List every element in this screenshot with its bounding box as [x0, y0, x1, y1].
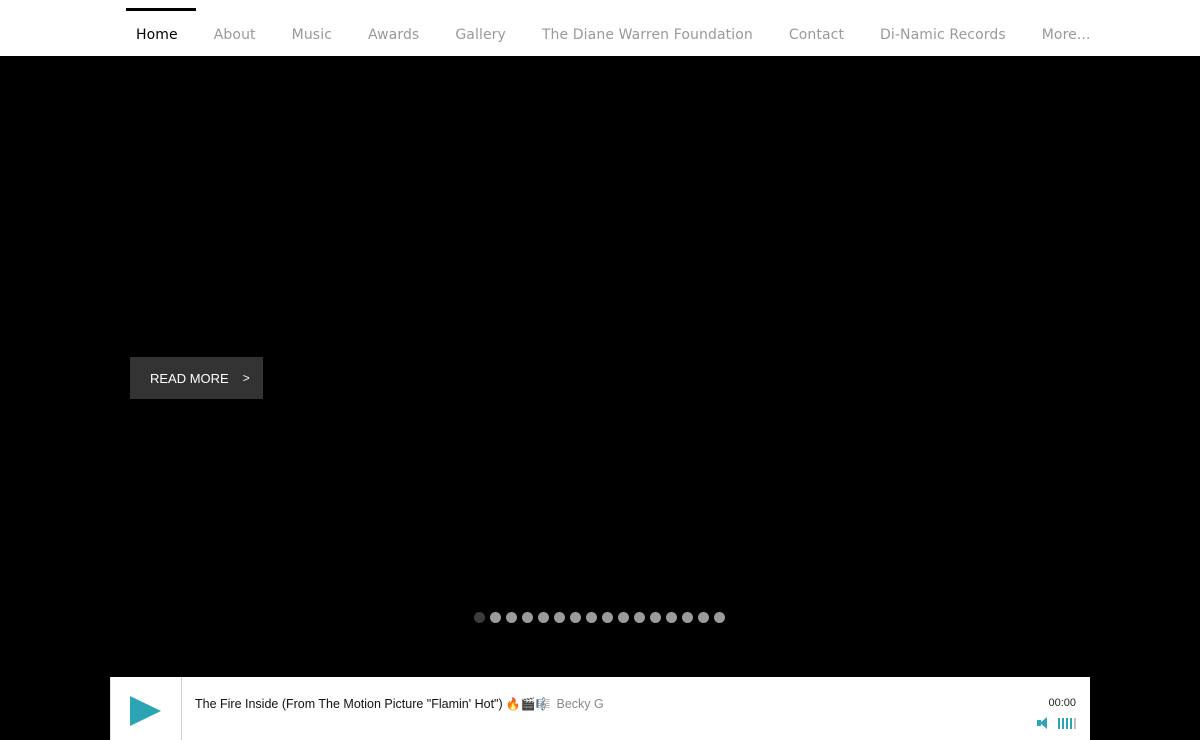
slide-dot[interactable]: [602, 612, 613, 623]
slide-dot[interactable]: [474, 612, 485, 623]
slide-dot[interactable]: [618, 612, 629, 623]
nav-item-gallery[interactable]: Gallery: [437, 8, 524, 56]
volume-slider[interactable]: [1058, 717, 1076, 729]
nav-item-awards[interactable]: Awards: [350, 8, 437, 56]
volume-bar: [1070, 717, 1072, 729]
slide-dot[interactable]: [714, 612, 725, 623]
slide-dot[interactable]: [554, 612, 565, 623]
nav-item-the-diane-warren-foundation[interactable]: The Diane Warren Foundation: [524, 8, 771, 56]
slide-dot[interactable]: [570, 612, 581, 623]
volume-control: [1037, 717, 1076, 729]
speaker-icon[interactable]: [1037, 717, 1049, 729]
top-navigation: Home About Music Awards Gallery The Diane War…: [0, 0, 1200, 56]
slide-dot[interactable]: [586, 612, 597, 623]
slide-dot[interactable]: [490, 612, 501, 623]
slide-dot[interactable]: [506, 612, 517, 623]
slide-dot[interactable]: [682, 612, 693, 623]
slide-dot[interactable]: [522, 612, 533, 623]
volume-bar: [1062, 717, 1064, 729]
track-info: The Fire Inside (From The Motion Picture…: [195, 697, 604, 711]
volume-bar: [1074, 717, 1076, 729]
track-title: The Fire Inside (From The Motion Picture…: [195, 697, 503, 711]
read-more-label: READ MORE: [150, 370, 229, 386]
track-time: 00:00: [1048, 697, 1076, 709]
slide-dot[interactable]: [650, 612, 661, 623]
hero-slideshow: READ MORE >: [0, 56, 1200, 677]
slide-pagination: [474, 612, 725, 623]
slide-dot[interactable]: [698, 612, 709, 623]
volume-bar: [1066, 717, 1068, 729]
track-artist: Becky G: [556, 697, 604, 711]
volume-bar: [1058, 717, 1060, 729]
nav-item-di-namic-records[interactable]: Di-Namic Records: [862, 8, 1024, 56]
track-emoji: 🔥🎬🎼: [505, 697, 551, 711]
read-more-button[interactable]: READ MORE >: [130, 357, 263, 399]
slide-dot[interactable]: [538, 612, 549, 623]
nav-item-music[interactable]: Music: [274, 8, 350, 56]
slide-dot[interactable]: [666, 612, 677, 623]
play-button[interactable]: [111, 677, 182, 740]
nav-item-about[interactable]: About: [196, 8, 274, 56]
nav-item-contact[interactable]: Contact: [771, 8, 862, 56]
music-player: The Fire Inside (From The Motion Picture…: [110, 677, 1090, 740]
nav-item-home[interactable]: Home: [118, 8, 196, 56]
nav-menu: Home About Music Awards Gallery The Diane War…: [118, 8, 1109, 56]
play-icon: [130, 696, 161, 726]
slide-dot[interactable]: [634, 612, 645, 623]
nav-item-more[interactable]: More...: [1024, 8, 1109, 56]
read-more-arrow: >: [242, 371, 250, 385]
